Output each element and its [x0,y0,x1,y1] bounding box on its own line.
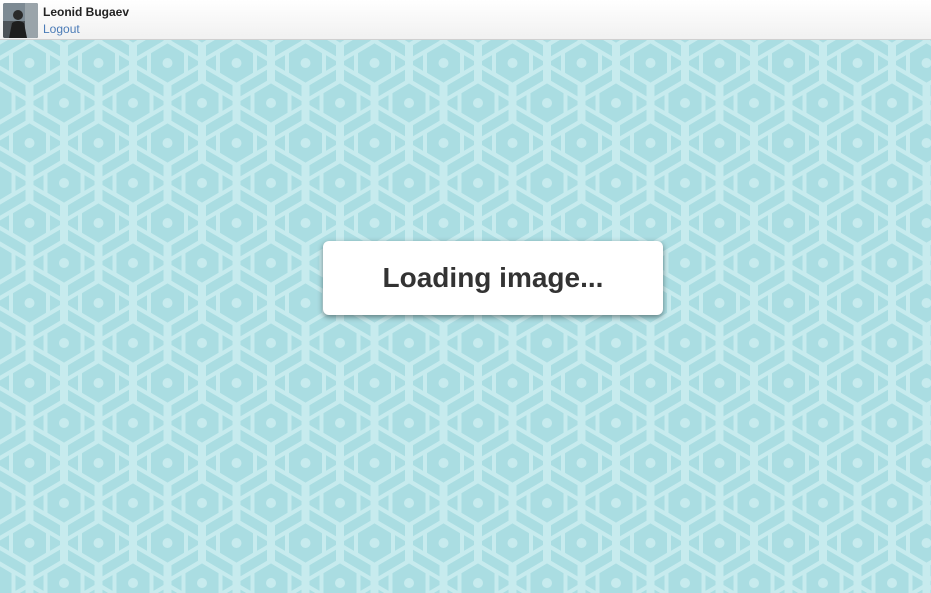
user-avatar[interactable] [3,3,38,38]
user-name: Leonid Bugaev [43,5,130,19]
logout-link[interactable]: Logout [43,22,80,36]
top-bar: Leonid Bugaev Logout [0,0,931,40]
loading-dialog: Loading image... [323,241,663,315]
image-canvas [0,40,931,593]
loading-message: Loading image... [382,262,604,293]
hexagon-pattern-background [0,40,931,593]
